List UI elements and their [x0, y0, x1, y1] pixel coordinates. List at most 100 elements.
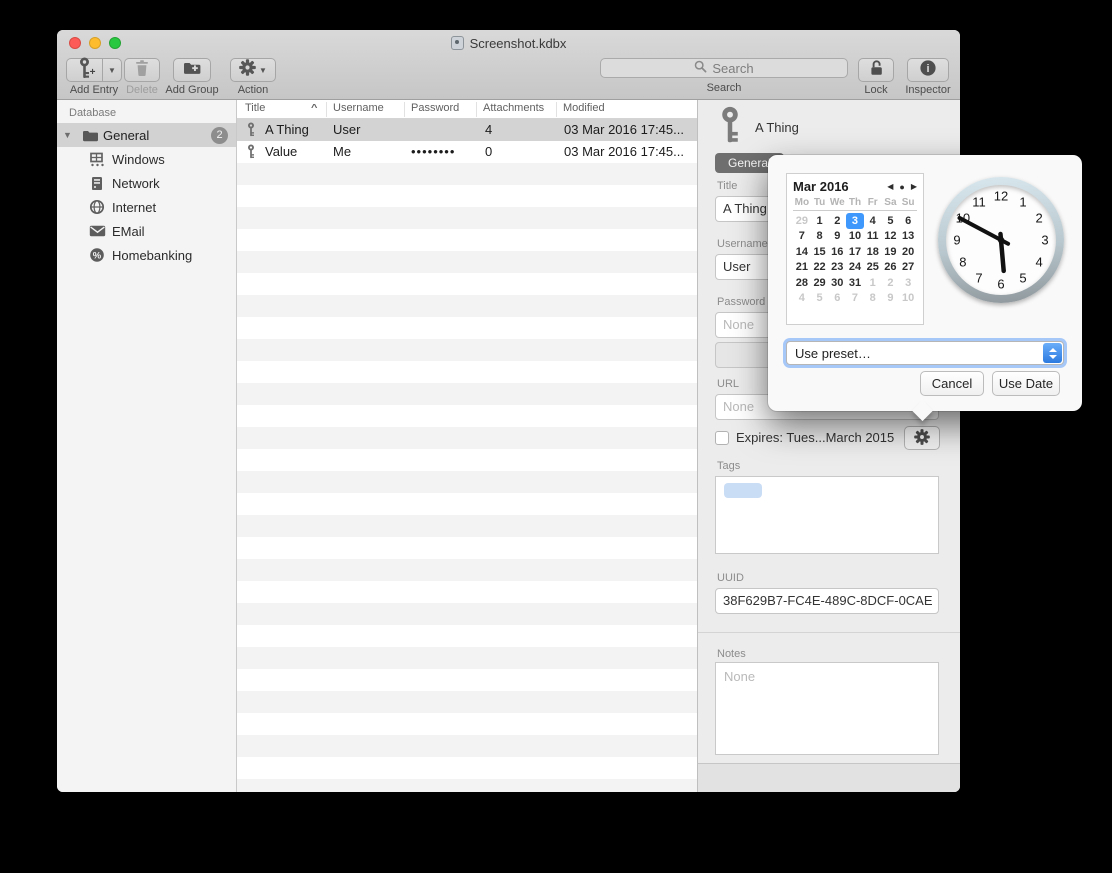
title-label: Title — [717, 180, 737, 192]
calendar-day[interactable]: 8 — [811, 229, 829, 245]
sidebar-item-label: Homebanking — [112, 248, 192, 263]
calendar-day[interactable]: 12 — [882, 229, 900, 245]
use-date-button[interactable]: Use Date — [992, 371, 1060, 396]
table-header: Title ^ Username Password Attachments Mo… — [237, 100, 697, 119]
sidebar-item-windows[interactable]: Windows — [57, 147, 236, 171]
calendar-day[interactable]: 20 — [899, 244, 917, 260]
calendar-day[interactable]: 28 — [793, 275, 811, 291]
calendar-prev-icon[interactable]: ◀ — [887, 182, 893, 191]
sidebar-item-label: EMail — [112, 224, 145, 239]
calendar-day[interactable]: 5 — [882, 213, 900, 229]
calendar-weekday-label: We — [828, 197, 846, 208]
calendar-day[interactable]: 7 — [846, 291, 864, 307]
column-header-password[interactable]: Password — [411, 102, 459, 114]
cell-username: User — [333, 122, 360, 137]
notes-field[interactable]: None — [715, 662, 939, 755]
action-button[interactable]: ▼ Action — [227, 58, 279, 96]
password-label: Password — [717, 296, 765, 308]
calendar-weekday-label: Mo — [793, 197, 811, 208]
tag-token[interactable] — [724, 483, 762, 498]
add-group-button[interactable]: Add Group — [161, 58, 223, 96]
calendar-day[interactable]: 27 — [899, 260, 917, 276]
sidebar-item-general[interactable]: ▼ General 2 — [57, 123, 236, 147]
calendar-day[interactable]: 31 — [846, 275, 864, 291]
calendar-day[interactable]: 5 — [811, 291, 829, 307]
calendar-day[interactable]: 11 — [864, 229, 882, 245]
sidebar-item-homebanking[interactable]: %Homebanking — [57, 243, 236, 267]
sidebar-item-network[interactable]: Network — [57, 171, 236, 195]
table-row[interactable]: Value Me •••••••• 0 03 Mar 2016 17:45... — [237, 141, 697, 163]
calendar-day[interactable]: 8 — [864, 291, 882, 307]
calendar-day[interactable]: 10 — [899, 291, 917, 307]
calendar-day[interactable]: 1 — [864, 275, 882, 291]
calendar-day[interactable]: 4 — [793, 291, 811, 307]
trash-icon — [135, 59, 149, 82]
calendar-day[interactable]: 29 — [811, 275, 829, 291]
inspector-button[interactable]: i Inspector — [900, 58, 956, 96]
calendar-day[interactable]: 21 — [793, 260, 811, 276]
calendar-day[interactable]: 2 — [882, 275, 900, 291]
calendar-weekday-label: Tu — [811, 197, 829, 208]
screen-background: Screenshot.kdbx + ▼ Add Entry Delete — [0, 0, 1112, 873]
calendar-day[interactable]: 9 — [882, 291, 900, 307]
calendar-day[interactable]: 26 — [882, 260, 900, 276]
calendar-day[interactable]: 23 — [828, 260, 846, 276]
table-row[interactable]: A Thing User 4 03 Mar 2016 17:45... — [237, 119, 697, 141]
calendar-day[interactable]: 24 — [846, 260, 864, 276]
calendar-day[interactable]: 1 — [811, 213, 829, 229]
lock-button[interactable]: Lock — [858, 58, 894, 96]
entry-title: A Thing — [755, 120, 799, 135]
calendar-day[interactable]: 7 — [793, 229, 811, 245]
add-entry-button[interactable]: + ▼ Add Entry — [66, 58, 122, 96]
cancel-button[interactable]: Cancel — [920, 371, 984, 396]
calendar-day[interactable]: 29 — [793, 213, 811, 229]
calendar-day[interactable]: 18 — [864, 244, 882, 260]
column-header-title[interactable]: Title — [245, 102, 265, 114]
expiry-date-gear-button[interactable] — [904, 426, 940, 450]
sidebar-item-email[interactable]: EMail — [57, 219, 236, 243]
calendar-day[interactable]: 15 — [811, 244, 829, 260]
calendar-day[interactable]: 3 — [899, 275, 917, 291]
calendar-day[interactable]: 13 — [899, 229, 917, 245]
clock[interactable]: 123456789101112 — [938, 177, 1064, 303]
calendar-today-icon[interactable]: ● — [899, 182, 904, 192]
network-icon — [88, 176, 106, 191]
calendar-day[interactable]: 30 — [828, 275, 846, 291]
calendar-day[interactable]: 16 — [828, 244, 846, 260]
preset-select[interactable]: Use preset… — [786, 341, 1064, 365]
toolbar: + ▼ Add Entry Delete Add Group ▼ Action — [57, 56, 960, 100]
sidebar-section-header: Database — [69, 107, 236, 119]
tags-field[interactable] — [715, 476, 939, 554]
chevron-down-icon[interactable]: ▼ — [102, 58, 122, 82]
calendar-day-selected[interactable]: 3 — [846, 213, 864, 229]
sidebar-item-internet[interactable]: Internet — [57, 195, 236, 219]
key-icon — [246, 122, 256, 142]
calendar-weekday-label: Th — [846, 197, 864, 208]
email-icon — [88, 225, 106, 237]
calendar-day[interactable]: 2 — [828, 213, 846, 229]
search-input[interactable]: Search — [600, 58, 848, 78]
uuid-field[interactable]: 38F629B7-FC4E-489C-8DCF-0CAE — [715, 588, 939, 614]
disclosure-triangle-icon[interactable]: ▼ — [63, 130, 73, 140]
cell-title: A Thing — [265, 122, 309, 137]
key-icon — [246, 144, 256, 164]
column-header-attachments[interactable]: Attachments — [483, 102, 544, 114]
calendar-day[interactable]: 4 — [864, 213, 882, 229]
calendar-day[interactable]: 19 — [882, 244, 900, 260]
column-header-username[interactable]: Username — [333, 102, 384, 114]
calendar-day[interactable]: 17 — [846, 244, 864, 260]
clock-hands — [938, 177, 1064, 303]
calendar-day[interactable]: 6 — [828, 291, 846, 307]
chevron-down-icon: ▼ — [259, 66, 267, 75]
key-plus-icon: + — [75, 57, 95, 84]
calendar-day[interactable]: 25 — [864, 260, 882, 276]
sidebar-item-label: Network — [112, 176, 160, 191]
calendar-day[interactable]: 14 — [793, 244, 811, 260]
column-header-modified[interactable]: Modified — [563, 102, 605, 114]
calendar-day[interactable]: 9 — [828, 229, 846, 245]
expires-checkbox[interactable] — [715, 431, 729, 445]
calendar-day[interactable]: 6 — [899, 213, 917, 229]
calendar-next-icon[interactable]: ▶ — [911, 182, 917, 191]
calendar-day[interactable]: 10 — [846, 229, 864, 245]
calendar-day[interactable]: 22 — [811, 260, 829, 276]
